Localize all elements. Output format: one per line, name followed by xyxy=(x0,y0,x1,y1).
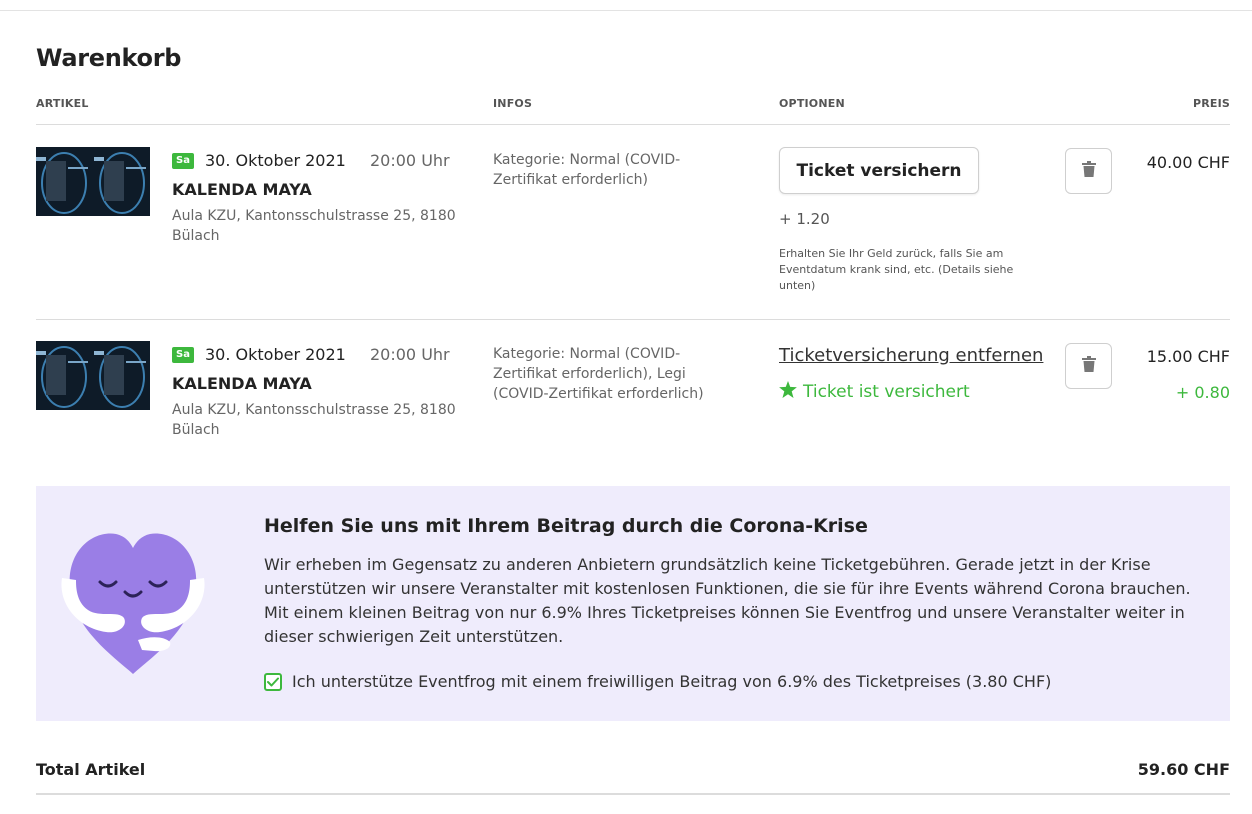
ticket-infos: Kategorie: Normal (COVID-Zertifikat erfo… xyxy=(493,346,704,402)
event-title[interactable]: KALENDA MAYA xyxy=(172,180,312,199)
column-header-options: OPTIONEN xyxy=(779,97,845,110)
event-date: 30. Oktober 2021 xyxy=(205,151,346,170)
page-title: Warenkorb xyxy=(36,44,182,72)
insurance-addon-price: + 0.80 xyxy=(1175,383,1230,402)
remove-insurance-link[interactable]: Ticketversicherung entfernen xyxy=(779,345,1043,366)
event-date: 30. Oktober 2021 xyxy=(205,345,346,364)
event-time: 20:00 Uhr xyxy=(370,345,450,364)
delete-item-button[interactable] xyxy=(1065,343,1112,389)
item-divider xyxy=(36,319,1230,320)
event-venue: Aula KZU, Kantonsschulstrasse 25, 8180 B… xyxy=(172,402,456,438)
column-header-infos: INFOS xyxy=(493,97,533,110)
event-venue: Aula KZU, Kantonsschulstrasse 25, 8180 B… xyxy=(172,208,456,244)
header-divider xyxy=(36,124,1230,125)
day-badge: Sa xyxy=(172,153,194,169)
event-thumbnail[interactable] xyxy=(36,147,150,216)
insure-ticket-button[interactable]: Ticket versichern xyxy=(779,147,979,194)
insurance-note: Erhalten Sie Ihr Geld zurück, falls Sie … xyxy=(779,247,1014,292)
column-header-article: ARTIKEL xyxy=(36,97,89,110)
hugging-heart-icon xyxy=(58,524,208,676)
item-price: 40.00 CHF xyxy=(1146,153,1230,172)
insured-status: Ticket ist versichert xyxy=(779,381,970,403)
star-icon xyxy=(779,381,797,403)
donation-checkbox[interactable] xyxy=(264,672,282,691)
donation-checkbox-label[interactable]: Ich unterstütze Eventfrog mit einem frei… xyxy=(292,672,1051,691)
ticket-infos: Kategorie: Normal (COVID-Zertifikat erfo… xyxy=(493,152,681,188)
event-title[interactable]: KALENDA MAYA xyxy=(172,374,312,393)
donation-checkbox-row[interactable]: Ich unterstütze Eventfrog mit einem frei… xyxy=(264,672,1051,691)
trash-icon xyxy=(1081,356,1096,376)
delete-item-button[interactable] xyxy=(1065,148,1112,194)
item-price: 15.00 CHF xyxy=(1146,347,1230,366)
event-thumbnail[interactable] xyxy=(36,341,150,410)
column-header-price: PREIS xyxy=(1192,97,1230,110)
donation-title: Helfen Sie uns mit Ihrem Beitrag durch d… xyxy=(264,515,868,537)
day-badge: Sa xyxy=(172,347,194,363)
insured-status-label: Ticket ist versichert xyxy=(803,382,970,402)
checkmark-icon xyxy=(267,672,279,691)
donation-text: Wir erheben im Gegensatz zu anderen Anbi… xyxy=(264,555,1191,646)
event-time: 20:00 Uhr xyxy=(370,151,450,170)
total-value: 59.60 CHF xyxy=(1137,760,1230,779)
top-divider xyxy=(0,10,1252,11)
total-label: Total Artikel xyxy=(36,760,146,779)
total-divider xyxy=(36,793,1230,795)
trash-icon xyxy=(1081,161,1096,181)
insurance-price: + 1.20 xyxy=(779,210,830,228)
